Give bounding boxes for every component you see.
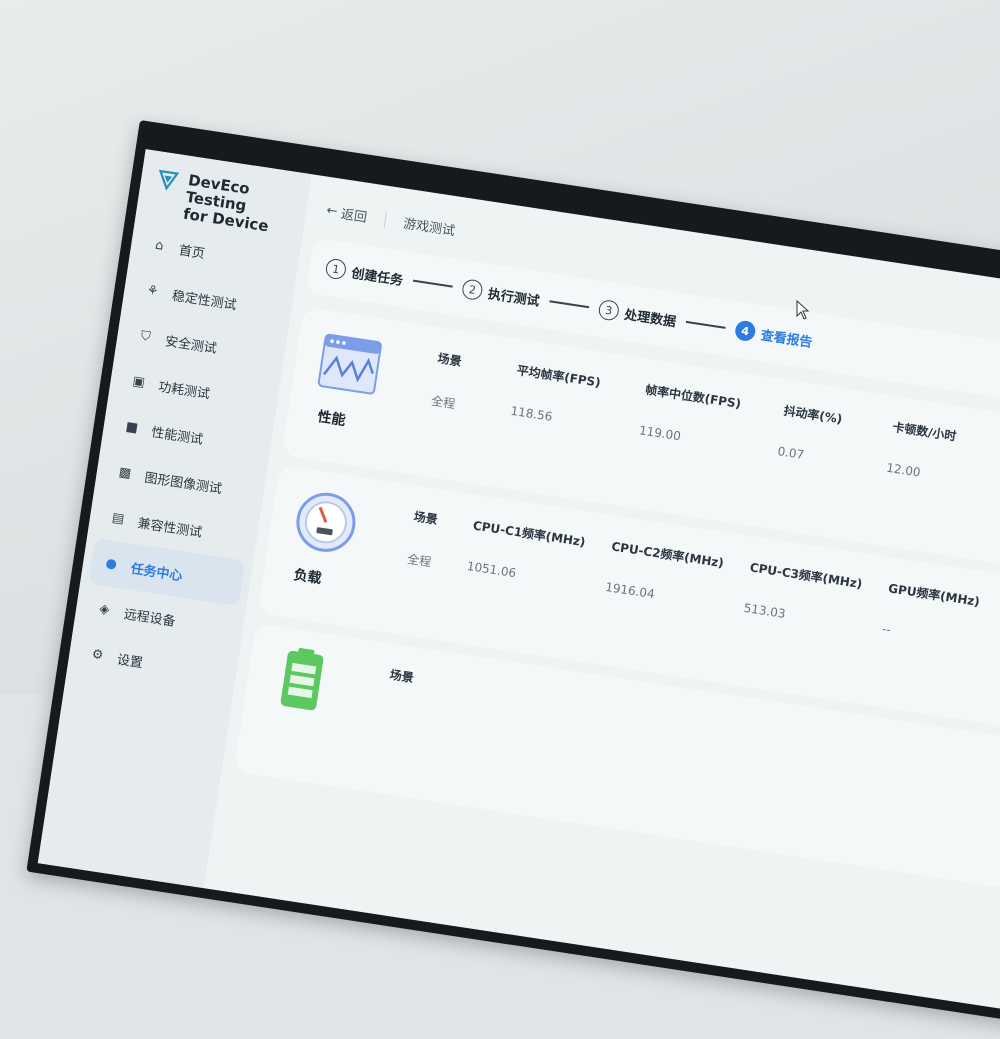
step-number: 3 — [597, 298, 621, 322]
waveform-window-icon — [317, 333, 382, 395]
sidebar-item-label: 兼容性测试 — [136, 515, 204, 541]
column-header: 抖动率(%) — [782, 403, 844, 427]
cell: 12.00 — [885, 460, 922, 480]
back-button[interactable]: ← 返回 — [325, 201, 368, 226]
power-icon: ▣ — [131, 373, 147, 391]
column-header: 帧率中位数(FPS) — [644, 382, 742, 411]
sidebar-item-label: 性能测试 — [150, 424, 204, 448]
top-bar: ← 返回 游戏测试 — [325, 201, 456, 239]
column-header: 卡顿数/小时 — [891, 420, 958, 444]
arrow-left-icon: ← — [325, 203, 339, 220]
cell: 全程 — [430, 393, 457, 412]
compat-icon: ▤ — [110, 509, 126, 527]
sidebar-item-label: 远程设备 — [122, 606, 177, 630]
page-title: 游戏测试 — [402, 216, 456, 240]
power-table: 场景 — [389, 666, 471, 695]
app-window: DevEco Testing for Device ⌂ 首页 ⚘ 稳定性测试 ⛉… — [37, 149, 1000, 1028]
column-header: 场景 — [412, 509, 439, 527]
column-header: CPU-C2频率(MHz) — [610, 539, 725, 571]
divider — [383, 211, 388, 228]
back-label: 返回 — [339, 207, 368, 226]
sidebar-item-label: 稳定性测试 — [170, 288, 238, 313]
sidebar-item-label: 功耗测试 — [157, 379, 211, 402]
cube-icon: ◈ — [98, 601, 111, 618]
step-connector — [412, 279, 453, 288]
cell: 513.03 — [742, 600, 787, 621]
step-number: 2 — [461, 278, 484, 301]
monitor: DevEco Testing for Device ⌂ 首页 ⚘ 稳定性测试 ⛉… — [26, 120, 1000, 1039]
step-number: 1 — [324, 257, 348, 281]
step-label: 处理数据 — [623, 307, 677, 330]
step-view-report[interactable]: 4 查看报告 — [733, 319, 814, 351]
gauge-icon — [296, 492, 356, 552]
cell: -- — [881, 621, 892, 637]
column-header: GPU频率(MHz) — [887, 581, 981, 609]
step-label: 执行测试 — [486, 286, 541, 310]
column-header: 场景 — [436, 351, 463, 369]
cell: 1916.04 — [604, 579, 656, 602]
sidebar-item-label: 任务中心 — [129, 561, 184, 584]
column-header: 场景 — [388, 667, 415, 686]
step-process-data[interactable]: 3 处理数据 — [597, 298, 677, 330]
column-header: 平均帧率(FPS) — [515, 363, 602, 390]
gear-icon: ⚙ — [90, 646, 105, 663]
shield-icon: ⛉ — [139, 328, 152, 345]
cell: 0.07 — [776, 444, 806, 462]
step-label: 创建任务 — [350, 265, 404, 289]
home-icon: ⌂ — [154, 237, 165, 254]
step-connector — [685, 321, 726, 329]
cell: 1051.06 — [465, 558, 518, 581]
sidebar-item-label: 图形图像测试 — [143, 470, 223, 497]
sidebar-item-label: 首页 — [177, 242, 206, 262]
cell: 119.00 — [638, 423, 682, 444]
cell: 118.56 — [509, 403, 554, 424]
stability-icon: ⚘ — [145, 282, 160, 300]
card-title: 负载 — [292, 567, 323, 588]
user-task-icon: ● — [104, 555, 119, 572]
step-connector — [549, 300, 590, 309]
sidebar-item-label: 设置 — [115, 652, 144, 671]
sidebar-item-label: 安全测试 — [164, 333, 218, 357]
column-header: CPU-C3频率(MHz) — [748, 560, 864, 592]
deveco-logo-icon — [158, 169, 180, 191]
mouse-cursor-icon — [796, 300, 810, 320]
step-execute-test[interactable]: 2 执行测试 — [461, 278, 541, 309]
main-content: ← 返回 游戏测试 1 创建任务 2 执行测试 3 处理数据 4 查看报告 性能… — [204, 174, 1000, 1027]
column-header: CPU-C1频率(MHz) — [472, 518, 587, 550]
performance-icon: ■ — [124, 418, 140, 436]
step-number: 4 — [733, 319, 757, 343]
step-label: 查看报告 — [759, 327, 814, 351]
battery-icon — [280, 647, 324, 711]
image-icon: ▩ — [117, 464, 133, 482]
cell: 全程 — [406, 551, 433, 570]
card-title: 性能 — [316, 408, 347, 429]
step-create-task[interactable]: 1 创建任务 — [324, 257, 405, 289]
